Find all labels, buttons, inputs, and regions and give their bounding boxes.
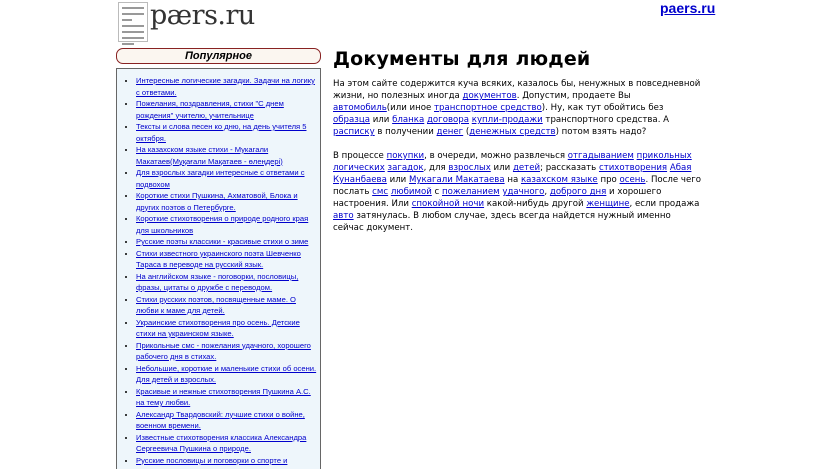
inline-link[interactable]: казахском языке	[521, 175, 598, 185]
inline-link[interactable]: Мукагали Макатаева	[409, 175, 505, 185]
inline-link[interactable]: авто	[333, 211, 354, 221]
site-logo[interactable]: pærs.ru	[118, 0, 255, 45]
popular-list-item: Стихи известного украинского поэта Шевче…	[136, 248, 317, 271]
inline-link[interactable]: документов	[463, 91, 517, 101]
paragraph-text: , в очереди, можно развлечься	[424, 151, 568, 161]
inline-link[interactable]: любимой	[391, 187, 432, 197]
popular-list-item: Известные стихотворения классика Алексан…	[136, 432, 317, 455]
popular-link[interactable]: Александр Твардовский: лучшие стихи о во…	[136, 410, 305, 431]
paragraph-text: ). Ну, как тут обойтись без	[541, 103, 664, 113]
logo-document-icon	[118, 2, 148, 45]
popular-list-item: На казахском языке стихи - Мукагали Мака…	[136, 144, 317, 167]
inline-link[interactable]: договора	[427, 115, 469, 125]
logo-text: pærs.ru	[150, 0, 255, 31]
inline-link[interactable]: логических	[333, 163, 385, 173]
inline-link[interactable]: смс	[372, 187, 388, 197]
popular-link[interactable]: На английском языке - поговорки, послови…	[136, 272, 298, 293]
sidebar: Популярное Интересные логические загадки…	[116, 48, 321, 469]
paragraph-text: или	[490, 163, 513, 173]
inline-link[interactable]: стихотворения	[599, 163, 667, 173]
inline-link[interactable]: взрослых	[448, 163, 490, 173]
inline-link[interactable]: бланка	[392, 115, 424, 125]
inline-link[interactable]: транспортное средство	[434, 103, 542, 113]
popular-list-item: Русские поэты классики - красивые стихи …	[136, 236, 317, 248]
popular-link[interactable]: Русские пословицы и поговорки о спорте и	[136, 456, 287, 465]
popular-list-item: Для взрослых загадки интересные с ответа…	[136, 167, 317, 190]
site-home-link[interactable]: paers.ru	[660, 0, 715, 16]
inline-link[interactable]: прикольных	[637, 151, 692, 161]
paragraph-text: или	[369, 115, 393, 125]
popular-list-item: Пожелания, поздравления, стихи "С днем р…	[136, 98, 317, 121]
popular-link[interactable]: Небольшие, короткие и маленькие стихи об…	[136, 364, 316, 385]
paragraph-text: с	[431, 187, 442, 197]
popular-list-item: Тексты и слова песен ко дню, на день учи…	[136, 121, 317, 144]
popular-list-item: Александр Твардовский: лучшие стихи о во…	[136, 409, 317, 432]
paragraph-text: про	[597, 175, 620, 185]
popular-link[interactable]: Короткие стихи Пушкина, Ахматовой, Блока…	[136, 191, 298, 212]
paragraph-text: затянулась. В любом случае, здесь всегда…	[333, 211, 671, 233]
inline-link[interactable]: денежных средств	[469, 127, 555, 137]
popular-link[interactable]: Интересные логические загадки. Задачи на…	[136, 76, 315, 97]
inline-link[interactable]: удачного	[502, 187, 544, 197]
popular-list: Интересные логические загадки. Задачи на…	[117, 69, 320, 466]
paragraph-text: , если продажа	[629, 199, 700, 209]
inline-link[interactable]: образца	[333, 115, 370, 125]
paragraph-text: какой-нибудь другой	[484, 199, 587, 209]
inline-link[interactable]: загадок	[388, 163, 424, 173]
paragraph-text: на	[504, 175, 521, 185]
popular-heading: Популярное	[116, 48, 321, 64]
paragraph-text: ; рассказать	[540, 163, 599, 173]
paragraph-text: транспортного средства. А	[542, 115, 670, 125]
page-title: Документы для людей	[333, 48, 591, 70]
popular-link[interactable]: Прикольные смс - пожелания удачного, хор…	[136, 341, 311, 362]
inline-link[interactable]: отгадыванием	[568, 151, 634, 161]
popular-list-item: Короткие стихи Пушкина, Ахматовой, Блока…	[136, 190, 317, 213]
popular-link[interactable]: Красивые и нежные стихотворения Пушкина …	[136, 387, 311, 408]
inline-link[interactable]: детей	[513, 163, 540, 173]
paragraph-text: , для	[423, 163, 449, 173]
popular-link[interactable]: Известные стихотворения классика Алексан…	[136, 433, 306, 454]
popular-list-item: Небольшие, короткие и маленькие стихи об…	[136, 363, 317, 386]
popular-list-item: Стихи русских поэтов, посвященные маме. …	[136, 294, 317, 317]
popular-list-item: Интересные логические загадки. Задачи на…	[136, 75, 317, 98]
popular-link[interactable]: На казахском языке стихи - Мукагали Мака…	[136, 145, 283, 166]
inline-link[interactable]: денег	[437, 127, 464, 137]
popular-list-item: Русские пословицы и поговорки о спорте и	[136, 455, 317, 467]
inline-link[interactable]: доброго дня	[550, 187, 606, 197]
popular-link[interactable]: Стихи известного украинского поэта Шевче…	[136, 249, 301, 270]
paragraph-text: В процессе	[333, 151, 387, 161]
popular-list-item: На английском языке - поговорки, послови…	[136, 271, 317, 294]
inline-link[interactable]: женщине	[586, 199, 629, 209]
popular-link[interactable]: Короткие стихотворения о природе родного…	[136, 214, 308, 235]
inline-link[interactable]: автомобиль	[333, 103, 387, 113]
paragraph-text: (или иное	[386, 103, 435, 113]
paragraph-text: . Допустим, продаете Вы	[516, 91, 631, 101]
second-paragraph: В процессе покупки, в очереди, можно раз…	[333, 150, 703, 234]
paragraph-text: в получении	[374, 127, 437, 137]
popular-link[interactable]: Для взрослых загадки интересные с ответа…	[136, 168, 305, 189]
popular-list-item: Короткие стихотворения о природе родного…	[136, 213, 317, 236]
main-content: Документы для людей На этом сайте содерж…	[333, 46, 703, 234]
inline-link[interactable]: осень	[620, 175, 646, 185]
popular-link[interactable]: Русские поэты классики - красивые стихи …	[136, 237, 308, 246]
popular-list-item: Прикольные смс - пожелания удачного, хор…	[136, 340, 317, 363]
paragraph-text: или	[386, 175, 410, 185]
inline-link[interactable]: спокойной ночи	[412, 199, 484, 209]
popular-link[interactable]: Украинские стихотворения про осень. Детс…	[136, 318, 300, 339]
popular-link[interactable]: Пожелания, поздравления, стихи "С днем р…	[136, 99, 284, 120]
popular-list-box: Интересные логические загадки. Задачи на…	[116, 68, 321, 469]
inline-link[interactable]: покупки	[387, 151, 425, 161]
inline-link[interactable]: расписку	[333, 127, 375, 137]
popular-link[interactable]: Стихи русских поэтов, посвященные маме. …	[136, 295, 296, 316]
inline-link[interactable]: купли-продажи	[472, 115, 543, 125]
popular-list-item: Украинские стихотворения про осень. Детс…	[136, 317, 317, 340]
intro-paragraph: На этом сайте содержится куча всяких, ка…	[333, 78, 703, 138]
inline-link[interactable]: пожеланием	[442, 187, 500, 197]
paragraph-text: ) потом взять надо?	[555, 127, 647, 137]
popular-list-item: Красивые и нежные стихотворения Пушкина …	[136, 386, 317, 409]
popular-link[interactable]: Тексты и слова песен ко дню, на день учи…	[136, 122, 306, 143]
